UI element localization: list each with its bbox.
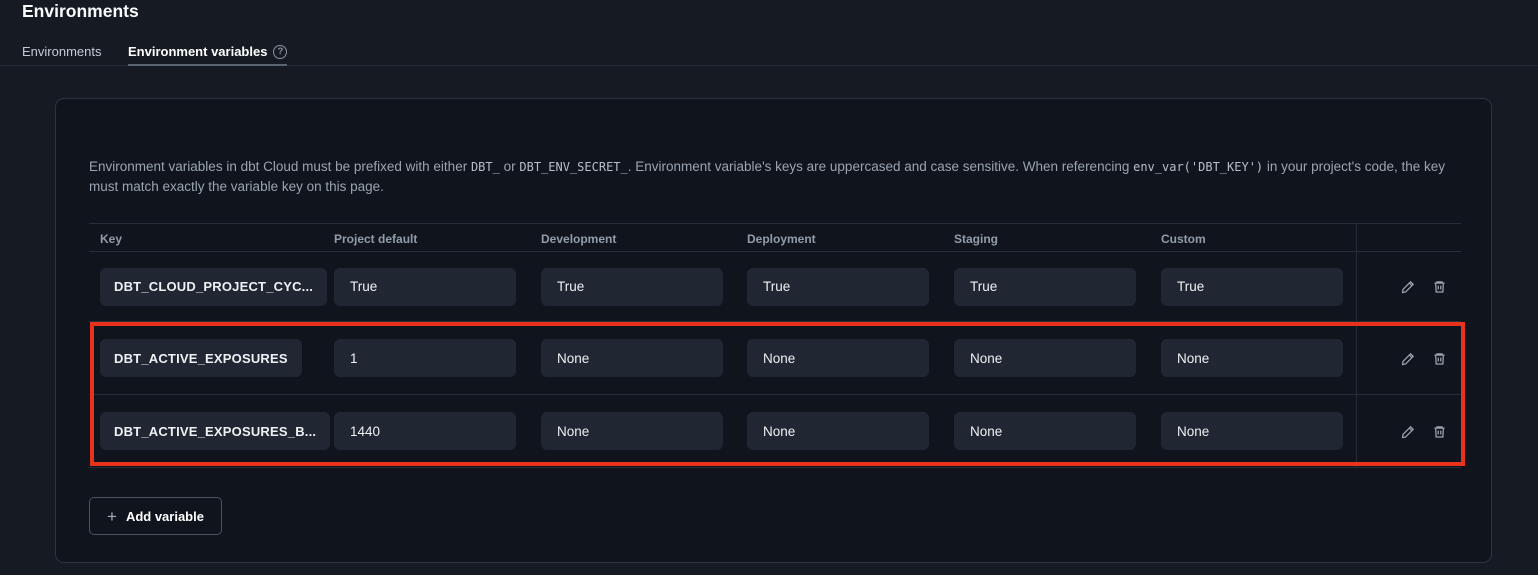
variable-key-cell: DBT_ACTIVE_EXPOSURES_B... bbox=[100, 412, 330, 450]
custom-value-cell: None bbox=[1161, 412, 1343, 450]
add-variable-label: Add variable bbox=[126, 509, 204, 524]
project-default-value-cell: 1440 bbox=[334, 412, 516, 450]
tab-environment-variables-label: Environment variables bbox=[128, 44, 267, 59]
actions-column-divider bbox=[1356, 395, 1357, 467]
delete-trash-icon[interactable] bbox=[1429, 277, 1449, 297]
code-dbt-prefix: DBT_ bbox=[471, 160, 500, 174]
table-row: DBT_ACTIVE_EXPOSURES_B... 1440 None None… bbox=[89, 395, 1461, 468]
plus-icon: + bbox=[107, 508, 117, 525]
column-header-staging: Staging bbox=[954, 224, 998, 253]
description-text: Environment variables in dbt Cloud must … bbox=[89, 157, 1461, 197]
tab-environment-variables[interactable]: Environment variables ? bbox=[128, 38, 287, 65]
column-header-project-default: Project default bbox=[334, 224, 417, 253]
page-title: Environments bbox=[22, 1, 139, 22]
delete-trash-icon[interactable] bbox=[1429, 348, 1449, 368]
staging-value-cell: None bbox=[954, 412, 1136, 450]
help-icon[interactable]: ? bbox=[273, 45, 287, 59]
deployment-value-cell: None bbox=[747, 339, 929, 377]
delete-trash-icon[interactable] bbox=[1429, 421, 1449, 441]
project-default-value-cell: True bbox=[334, 268, 516, 306]
edit-pencil-icon[interactable] bbox=[1398, 421, 1418, 441]
variables-table: Key Project default Development Deployme… bbox=[89, 223, 1461, 468]
custom-value-cell: True bbox=[1161, 268, 1343, 306]
project-default-value-cell: 1 bbox=[334, 339, 516, 377]
actions-column-divider bbox=[1356, 223, 1357, 254]
table-row: DBT_CLOUD_PROJECT_CYC... True True True … bbox=[89, 252, 1461, 322]
active-tab-underline bbox=[128, 64, 287, 66]
development-value-cell: True bbox=[541, 268, 723, 306]
development-value-cell: None bbox=[541, 339, 723, 377]
add-variable-button[interactable]: + Add variable bbox=[89, 497, 222, 535]
edit-pencil-icon[interactable] bbox=[1398, 277, 1418, 297]
code-dbt-env-secret-prefix: DBT_ENV_SECRET_ bbox=[519, 160, 627, 174]
column-header-key: Key bbox=[100, 224, 122, 253]
tab-bar: Environments Environment variables ? bbox=[0, 38, 1538, 66]
deployment-value-cell: None bbox=[747, 412, 929, 450]
environment-variables-card: Environment variables in dbt Cloud must … bbox=[55, 98, 1492, 563]
deployment-value-cell: True bbox=[747, 268, 929, 306]
column-header-custom: Custom bbox=[1161, 224, 1206, 253]
development-value-cell: None bbox=[541, 412, 723, 450]
actions-column-divider bbox=[1356, 322, 1357, 394]
variable-key-cell: DBT_ACTIVE_EXPOSURES bbox=[100, 339, 302, 377]
variable-key-cell: DBT_CLOUD_PROJECT_CYC... bbox=[100, 268, 327, 306]
table-row: DBT_ACTIVE_EXPOSURES 1 None None None No… bbox=[89, 322, 1461, 395]
column-header-deployment: Deployment bbox=[747, 224, 816, 253]
tab-environments-label: Environments bbox=[22, 44, 101, 59]
custom-value-cell: None bbox=[1161, 339, 1343, 377]
staging-value-cell: True bbox=[954, 268, 1136, 306]
staging-value-cell: None bbox=[954, 339, 1136, 377]
tab-environments[interactable]: Environments bbox=[22, 38, 101, 65]
table-header-row: Key Project default Development Deployme… bbox=[89, 223, 1461, 252]
code-env-var-example: env_var('DBT_KEY') bbox=[1133, 160, 1263, 174]
edit-pencil-icon[interactable] bbox=[1398, 348, 1418, 368]
column-header-development: Development bbox=[541, 224, 616, 253]
actions-column-divider bbox=[1356, 252, 1357, 321]
